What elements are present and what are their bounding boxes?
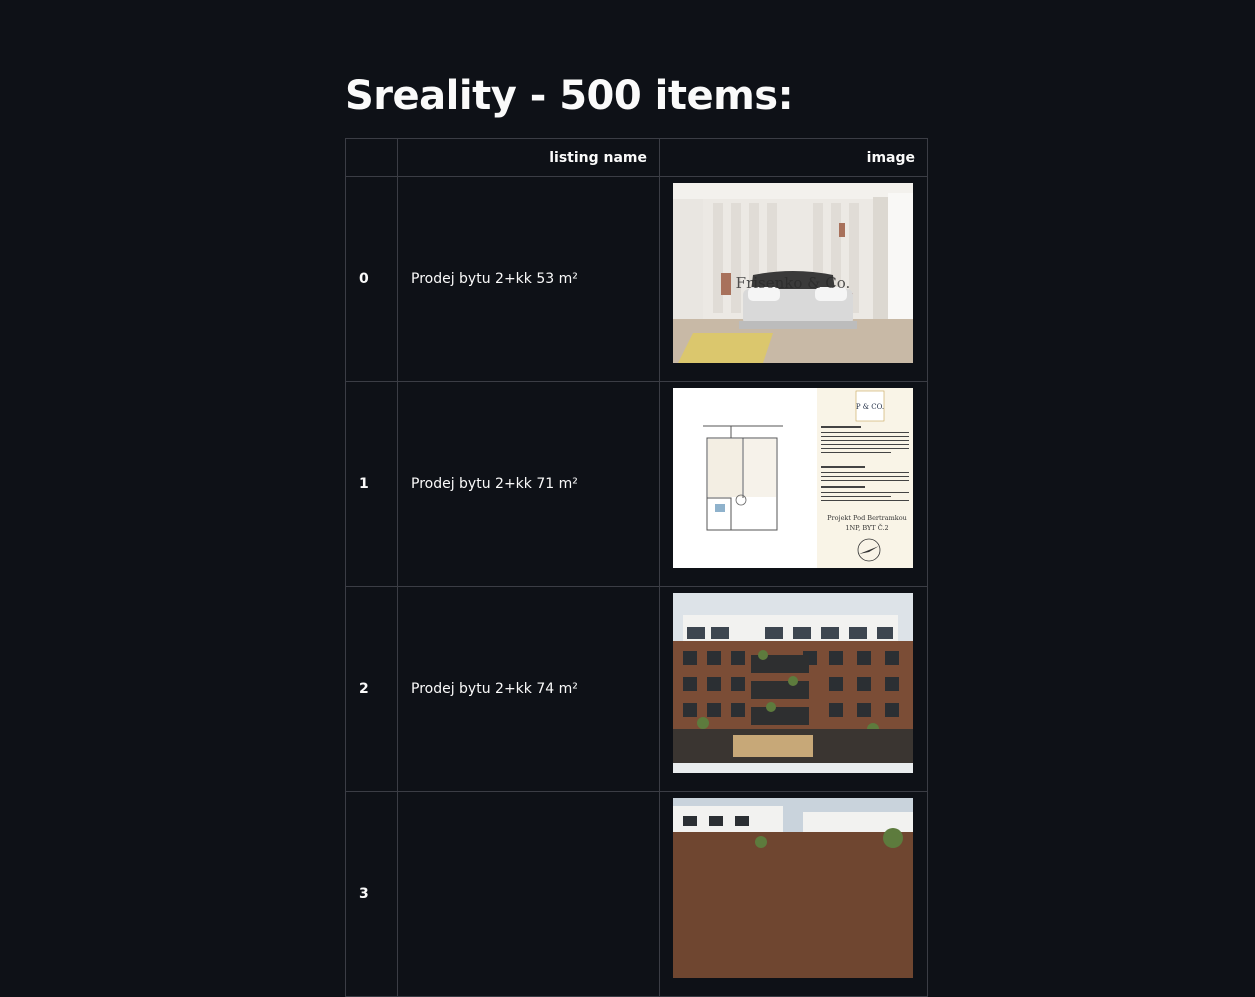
image-cell [659, 586, 928, 792]
listings-table[interactable]: listing name image 0 Prodej bytu 2+kk 53… [345, 138, 928, 997]
table-row[interactable]: 0 Prodej bytu 2+kk 53 m² Frisenko & Co. [345, 176, 928, 382]
table-row[interactable]: 1 Prodej bytu 2+kk 71 m² P & CO. Projekt… [345, 381, 928, 587]
header-image[interactable]: image [659, 138, 928, 177]
svg-text:1NP, BYT Č.2: 1NP, BYT Č.2 [845, 523, 888, 532]
listing-name: Prodej bytu 2+kk 71 m² [397, 381, 660, 587]
table-row[interactable]: 3 [345, 791, 928, 997]
listing-name: Prodej bytu 2+kk 53 m² [397, 176, 660, 382]
header-listing-name[interactable]: listing name [397, 138, 660, 177]
row-index: 2 [345, 586, 398, 792]
svg-text:Projekt Pod Bertramkou: Projekt Pod Bertramkou [827, 514, 907, 522]
row-index: 1 [345, 381, 398, 587]
image-cell: Frisenko & Co. [659, 176, 928, 382]
image-cell [659, 791, 928, 997]
svg-text:Frisenko & Co.: Frisenko & Co. [736, 274, 851, 292]
svg-text:P & CO.: P & CO. [856, 403, 884, 411]
building-image[interactable] [673, 798, 913, 978]
building-image[interactable] [673, 593, 913, 773]
bedroom-image[interactable]: Frisenko & Co. [673, 183, 913, 363]
listing-name [397, 791, 660, 997]
page-title: Sreality - 500 items: [345, 73, 794, 119]
row-index: 0 [345, 176, 398, 382]
floor-plan-image[interactable]: P & CO. Projekt Pod Bertramkou 1NP, BYT … [673, 388, 913, 568]
table-row[interactable]: 2 Prodej bytu 2+kk 74 m² [345, 586, 928, 792]
row-index: 3 [345, 791, 398, 997]
listing-name: Prodej bytu 2+kk 74 m² [397, 586, 660, 792]
header-index[interactable] [345, 138, 398, 177]
table-header-row: listing name image [345, 138, 928, 177]
image-cell: P & CO. Projekt Pod Bertramkou 1NP, BYT … [659, 381, 928, 587]
